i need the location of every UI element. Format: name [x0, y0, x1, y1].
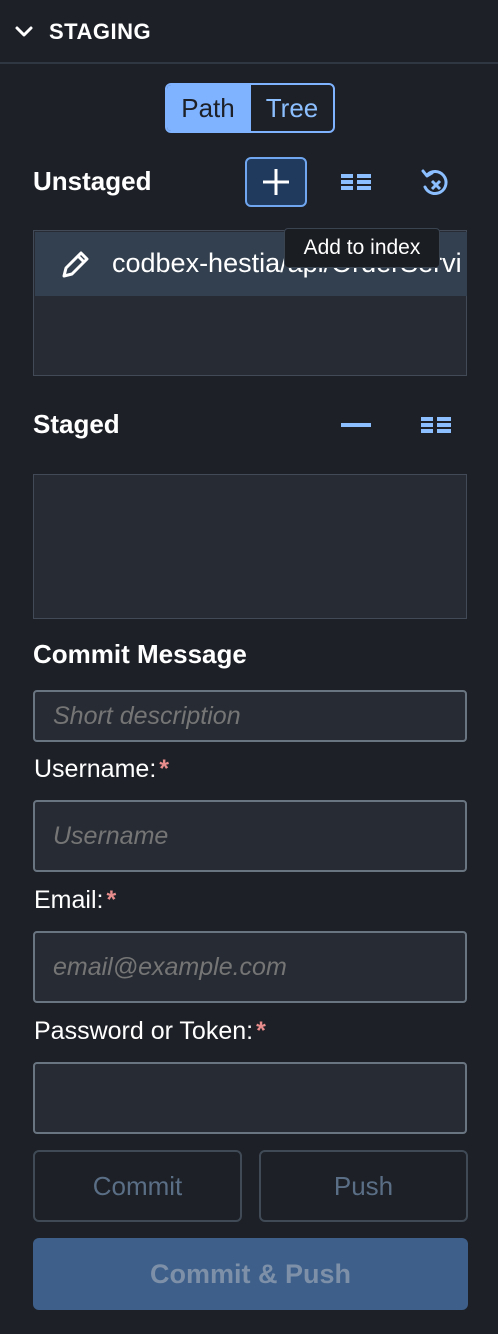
- username-label: Username: *: [34, 755, 169, 784]
- email-label: Email: *: [34, 886, 116, 915]
- required-marker: *: [256, 1017, 266, 1045]
- commit-message-title: Commit Message: [33, 639, 247, 669]
- password-label-text: Password or Token:: [34, 1017, 254, 1045]
- password-input[interactable]: [33, 1062, 467, 1134]
- email-label-text: Email:: [34, 886, 104, 914]
- commit-message-input[interactable]: [33, 690, 467, 742]
- push-button[interactable]: Push: [259, 1150, 468, 1222]
- staging-title: STAGING: [49, 19, 152, 44]
- password-label: Password or Token: *: [34, 1017, 266, 1046]
- unstage-button[interactable]: [335, 410, 377, 440]
- unstaged-list-view-button[interactable]: [333, 165, 379, 199]
- commit-button[interactable]: Commit: [33, 1150, 242, 1222]
- username-label-text: Username:: [34, 755, 157, 783]
- remove-icon: [341, 423, 371, 427]
- add-to-index-tooltip: Add to index: [284, 228, 440, 268]
- staged-file-list: [33, 474, 467, 619]
- staging-header[interactable]: STAGING: [0, 0, 498, 64]
- email-input[interactable]: [33, 931, 467, 1003]
- staging-panel: STAGING Path Tree Unstaged Add to index …: [0, 0, 498, 1334]
- unstaged-title: Unstaged: [33, 166, 152, 196]
- path-view-option[interactable]: Path: [167, 85, 249, 131]
- required-marker: *: [106, 886, 117, 914]
- tree-view-option[interactable]: Tree: [249, 85, 333, 131]
- add-icon: [263, 169, 289, 195]
- required-marker: *: [159, 755, 169, 783]
- commit-and-push-button[interactable]: Commit & Push: [33, 1238, 468, 1310]
- discard-icon: [421, 169, 448, 195]
- view-toggle[interactable]: Path Tree: [165, 83, 335, 133]
- add-to-index-button[interactable]: [245, 157, 307, 207]
- staged-list-view-button[interactable]: [413, 408, 459, 442]
- list-view-icon: [341, 174, 371, 190]
- list-view-icon: [421, 417, 451, 433]
- discard-changes-button[interactable]: [413, 163, 457, 203]
- username-input[interactable]: [33, 800, 467, 872]
- staged-title: Staged: [33, 409, 120, 439]
- pencil-icon: [62, 251, 89, 278]
- chevron-down-icon[interactable]: [14, 22, 34, 42]
